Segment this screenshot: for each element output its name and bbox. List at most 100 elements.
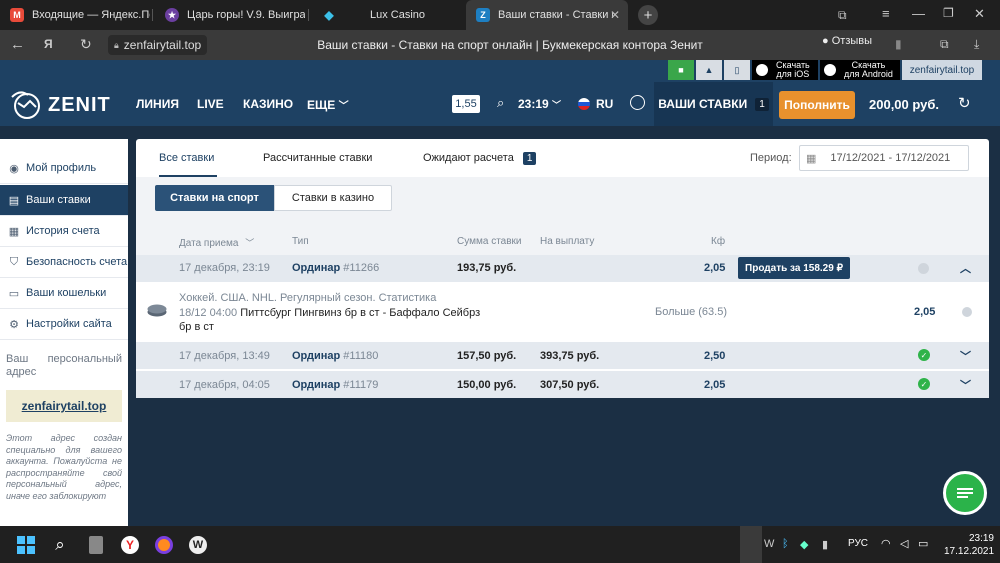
sell-bet-button[interactable]: Продать за 158.29 ₽ <box>738 257 850 279</box>
nav-line[interactable]: ЛИНИЯ <box>136 97 179 111</box>
collections-icon[interactable]: ⧉ <box>838 8 847 23</box>
app-icon: ★ <box>165 8 179 22</box>
tab-king[interactable]: ★ Царь горы! V.9. Выиграй д <box>155 0 305 30</box>
personal-address-note: Этот адрес создан специально для вашего … <box>6 433 122 501</box>
reload-icon[interactable]: ↻ <box>80 36 92 53</box>
search-icon[interactable]: ⌕ <box>48 533 72 557</box>
yandex-icon[interactable]: Я <box>44 37 53 51</box>
nav-live[interactable]: LIVE <box>197 97 224 111</box>
ticket-icon: ▤ <box>8 194 20 207</box>
sidebar-item-bets[interactable]: ▤ Ваши ставки <box>0 185 128 216</box>
bet-date: 17 декабря, 13:49 <box>179 350 270 362</box>
personal-address-label: Ваш персональный адрес <box>6 353 122 378</box>
col-date[interactable]: Дата приема ﹀ <box>179 236 254 249</box>
chevron-down-icon[interactable]: ﹀ <box>960 377 971 393</box>
tab-my-bets[interactable]: Z Ваши ставки - Ставки н ✕ <box>466 0 628 30</box>
maximize-icon[interactable]: ❐ <box>943 6 954 20</box>
phone-icon: ▯ <box>734 64 740 75</box>
lock-button[interactable]: ■ <box>668 60 694 80</box>
windows-start-icon[interactable] <box>14 533 38 557</box>
language-selector[interactable]: RU <box>596 97 613 111</box>
bookmark-icon[interactable]: ▮ <box>895 37 902 51</box>
profile-icon[interactable] <box>630 95 645 110</box>
sidebar-item-profile[interactable]: ◉ Мой профиль <box>0 153 128 184</box>
tab-mail[interactable]: M Входящие — Яндекс.Почта <box>0 0 150 30</box>
download-icon[interactable]: ⤓ <box>974 37 979 52</box>
zenit-icon: Z <box>476 8 490 22</box>
detail-event: 18/12 04:00 Питтсбург Пингвинз бр в ст -… <box>179 307 481 333</box>
microphone-icon[interactable]: ▮ <box>822 538 828 551</box>
ios-download-button[interactable]: Скачать для iOS <box>752 60 818 80</box>
my-bets-button[interactable]: ВАШИ СТАВКИ 1 <box>654 82 773 126</box>
app-w-icon[interactable]: W <box>186 533 210 557</box>
pen-icon[interactable] <box>740 526 762 563</box>
lock-icon: ■ <box>678 65 684 75</box>
mobile-button[interactable]: ▯ <box>724 60 750 80</box>
zenit-logo-icon[interactable] <box>10 87 44 121</box>
reviews-button[interactable]: ● Отзывы <box>822 35 872 47</box>
period-field[interactable]: ▦ 17/12/2021 - 17/12/2021 <box>799 145 969 171</box>
tab-lux-casino[interactable]: ◆ Lux Casino <box>312 0 462 30</box>
volume-icon[interactable]: ◁ <box>900 537 908 550</box>
personal-address-link[interactable]: zenfairytail.top <box>6 390 122 422</box>
detail-outcome: Больше (63.5) <box>655 306 727 318</box>
extensions-icon[interactable]: ⧉ <box>940 37 949 52</box>
sidebar-item-security[interactable]: ⛉ Безопасность счета <box>0 247 128 278</box>
bet-type: Ординар #11180 <box>292 350 379 362</box>
refresh-icon[interactable]: ↻ <box>958 94 971 112</box>
bet-payout: 307,50 руб. <box>540 379 600 391</box>
chevron-down-icon: ﹀ <box>338 101 349 112</box>
clock[interactable]: 23:19 17.12.2021 <box>944 532 994 558</box>
tab-settled-bets[interactable]: Рассчитанные ставки <box>263 152 372 164</box>
subtab-sport-bets[interactable]: Ставки на спорт <box>155 185 274 211</box>
sidebar-item-history[interactable]: ▦ История счета <box>0 216 128 247</box>
wifi-icon[interactable]: ◠ <box>881 537 891 550</box>
tray-app-icon[interactable]: W <box>764 538 774 550</box>
url-field[interactable]: 🔒︎ zenfairytail.top <box>108 35 208 55</box>
russia-flag-icon <box>578 98 590 110</box>
lock-icon: 🔒︎ <box>114 39 119 50</box>
minimize-icon[interactable]: — <box>912 6 925 21</box>
time-selector[interactable]: 23:19 ﹀ <box>518 97 561 111</box>
chat-icon <box>957 488 973 498</box>
android-download-button[interactable]: Скачать для Android <box>820 60 900 80</box>
back-icon[interactable]: ← <box>10 36 25 53</box>
new-tab-button[interactable]: + <box>638 5 658 25</box>
address-bar: ← Я ↻ 🔒︎ zenfairytail.top Ваши ставки - … <box>0 30 1000 60</box>
nav-more[interactable]: ЕЩЕ ﹀ <box>307 97 349 112</box>
gear-icon: ⚙ <box>9 318 19 331</box>
security-icon[interactable]: ◆ <box>800 538 808 551</box>
nav-casino[interactable]: КАЗИНО <box>243 97 293 111</box>
chat-button[interactable] <box>943 471 987 515</box>
sidebar: ◉ Мой профиль ▤ Ваши ставки ▦ История сч… <box>0 139 128 526</box>
chevron-up-icon[interactable]: ︿ <box>960 260 971 276</box>
calculator-icon[interactable] <box>84 533 108 557</box>
person-icon: ▲ <box>704 65 714 75</box>
won-check-icon: ✓ <box>918 378 930 390</box>
close-window-icon[interactable]: ✕ <box>974 6 985 22</box>
bet-coef: 2,50 <box>704 350 726 362</box>
bluetooth-icon[interactable]: ᛒ <box>782 538 789 550</box>
close-tab-icon[interactable]: ✕ <box>610 8 620 22</box>
chevron-down-icon[interactable]: ﹀ <box>960 348 971 364</box>
battery-icon[interactable]: ▭ <box>918 537 928 550</box>
deposit-button[interactable]: Пополнить <box>779 91 855 119</box>
keyboard-language[interactable]: РУС <box>848 538 868 549</box>
bet-stake: 150,00 руб. <box>457 379 517 391</box>
account-button[interactable]: ▲ <box>696 60 722 80</box>
subtab-casino-bets[interactable]: Ставки в казино <box>274 185 392 211</box>
yandex-browser-icon[interactable]: Y <box>118 533 142 557</box>
tab-all-bets[interactable]: Все ставки <box>159 152 214 164</box>
user-circle-icon: ◉ <box>9 162 19 175</box>
sidebar-item-settings[interactable]: ⚙ Настройки сайта <box>0 309 128 340</box>
odds-format-badge[interactable]: 1,55 <box>452 95 480 113</box>
sidebar-item-wallets[interactable]: ▭ Ваши кошельки <box>0 278 128 309</box>
diamond-icon: ◆ <box>324 8 334 22</box>
menu-icon[interactable]: ≡ <box>882 6 890 21</box>
search-icon[interactable]: ⌕ <box>497 95 504 111</box>
site-logo-text[interactable]: ZENIT <box>48 94 111 117</box>
tab-pending-bets[interactable]: Ожидают расчета 1 <box>423 152 537 165</box>
bet-stake: 157,50 руб. <box>457 350 517 362</box>
detail-league: Хоккей. США. NHL. Регулярный сезон. Стат… <box>179 292 437 304</box>
firefox-icon[interactable] <box>152 533 176 557</box>
